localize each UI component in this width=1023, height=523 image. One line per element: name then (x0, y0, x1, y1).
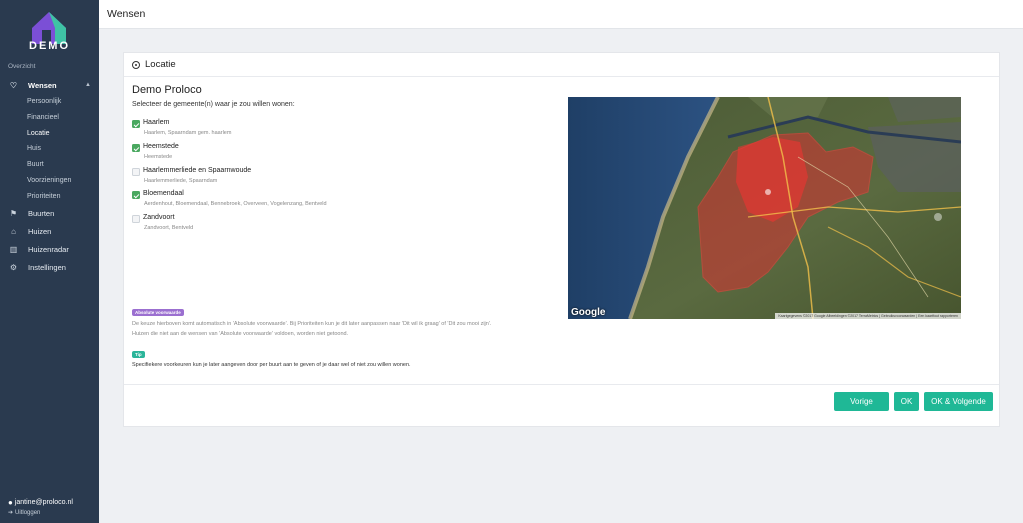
tip-badge: Tip (132, 351, 145, 358)
card-footer: Vorige OK OK & Volgende (124, 384, 999, 426)
sidebar-subitem-huis[interactable]: Huis (0, 141, 99, 156)
ok-button[interactable]: OK (894, 392, 919, 411)
option-name: Bloemendaal (143, 190, 184, 197)
logout-label: Uitloggen (15, 509, 41, 516)
previous-button[interactable]: Vorige (834, 392, 889, 411)
sidebar-item-label: Huizen (28, 226, 52, 236)
map[interactable]: Google Kaartgegevens ©2017 Google Afbeel… (568, 97, 961, 319)
card-header: Locatie (124, 53, 999, 77)
option-name: Haarlem (143, 119, 170, 126)
heart-icon: ♡ (9, 80, 18, 90)
page-title: Wensen (107, 8, 146, 20)
company-heading: Demo Proloco (132, 84, 202, 96)
absolute-note-1: De keuze hierboven komt automatisch in '… (132, 321, 492, 327)
sidebar: DEMO Overzicht ♡ Wensen ▲ Persoonlijk Fi… (0, 0, 99, 523)
absolute-note-2: Huizen die niet aan de wensen van 'Absol… (132, 331, 349, 337)
checkbox[interactable] (132, 120, 140, 128)
option-name: Zandvoort (143, 214, 175, 221)
gears-icon: ⚙ (9, 262, 18, 272)
user-icon: ● (8, 498, 13, 507)
checkbox[interactable] (132, 168, 140, 176)
sidebar-item-huizen[interactable]: ⌂ Huizen (0, 223, 99, 239)
location-card: Locatie Demo Proloco Selecteer de gemeen… (123, 52, 1000, 427)
location-target-icon (132, 60, 140, 69)
sidebar-item-wensen[interactable]: ♡ Wensen ▲ (0, 77, 99, 93)
option-name: Haarlemmerliede en Spaarnwoude (143, 167, 252, 174)
card-title: Locatie (145, 59, 176, 70)
signpost-icon: ⚑ (9, 208, 18, 218)
option-sub: Haarlem, Spaarndam gem. haarlem (144, 130, 232, 136)
tip-note: Specifiekere voorkeuren kun je later aan… (132, 362, 411, 368)
sidebar-subitem-voorzieningen[interactable]: Voorzieningen (0, 173, 99, 188)
sidebar-subitem-persoonlijk[interactable]: Persoonlijk (0, 94, 99, 109)
option-name: Heemstede (143, 143, 179, 150)
sidebar-subitem-buurt[interactable]: Buurt (0, 157, 99, 172)
sidebar-subitem-prioriteiten[interactable]: Prioriteiten (0, 189, 99, 204)
sidebar-item-huizenradar[interactable]: ▥ Huizenradar (0, 241, 99, 257)
sidebar-item-label: Wensen (28, 80, 57, 90)
option-sub: Haarlemmerliede, Spaarndam (144, 178, 218, 184)
chevron-up-icon: ▲ (85, 82, 91, 88)
map-icon: ▥ (9, 244, 18, 254)
sidebar-item-buurten[interactable]: ⚑ Buurten (0, 205, 99, 221)
checkbox[interactable] (132, 215, 140, 223)
sidebar-subitem-locatie[interactable]: Locatie (0, 126, 99, 141)
logout-icon: ➔ (8, 510, 14, 516)
intro-text: Selecteer de gemeente(n) waar je zou wil… (132, 101, 295, 108)
sidebar-section-label: Overzicht (8, 63, 36, 70)
home-icon: ⌂ (11, 226, 16, 236)
logo-text: DEMO (29, 40, 70, 52)
sidebar-item-instellingen[interactable]: ⚙ Instellingen (0, 259, 99, 275)
sidebar-item-label: Huizenradar (28, 244, 69, 254)
option-sub: Zandvoort, Bentveld (144, 225, 194, 231)
absolute-condition-badge: Absolute voorwaarde (132, 309, 184, 316)
checkbox[interactable] (132, 144, 140, 152)
top-bar: Wensen (99, 0, 1023, 29)
user-account[interactable]: ● jantine@proloco.nl (8, 498, 73, 507)
map-provider-logo: Google (571, 307, 606, 318)
logout-link[interactable]: ➔ Uitloggen (8, 509, 41, 517)
sidebar-item-label: Instellingen (28, 262, 66, 272)
option-sub: Heemstede (144, 154, 173, 160)
map-imagery (568, 97, 961, 319)
user-email: jantine@proloco.nl (14, 499, 73, 506)
sidebar-item-label: Buurten (28, 208, 55, 218)
ok-next-button[interactable]: OK & Volgende (924, 392, 993, 411)
checkbox[interactable] (132, 191, 140, 199)
sidebar-subitem-financieel[interactable]: Financieel (0, 110, 99, 125)
option-sub: Aerdenhout, Bloemendaal, Bennebroek, Ove… (144, 201, 327, 207)
map-attribution[interactable]: Kaartgegevens ©2017 Google Afbeeldingen … (775, 313, 961, 319)
